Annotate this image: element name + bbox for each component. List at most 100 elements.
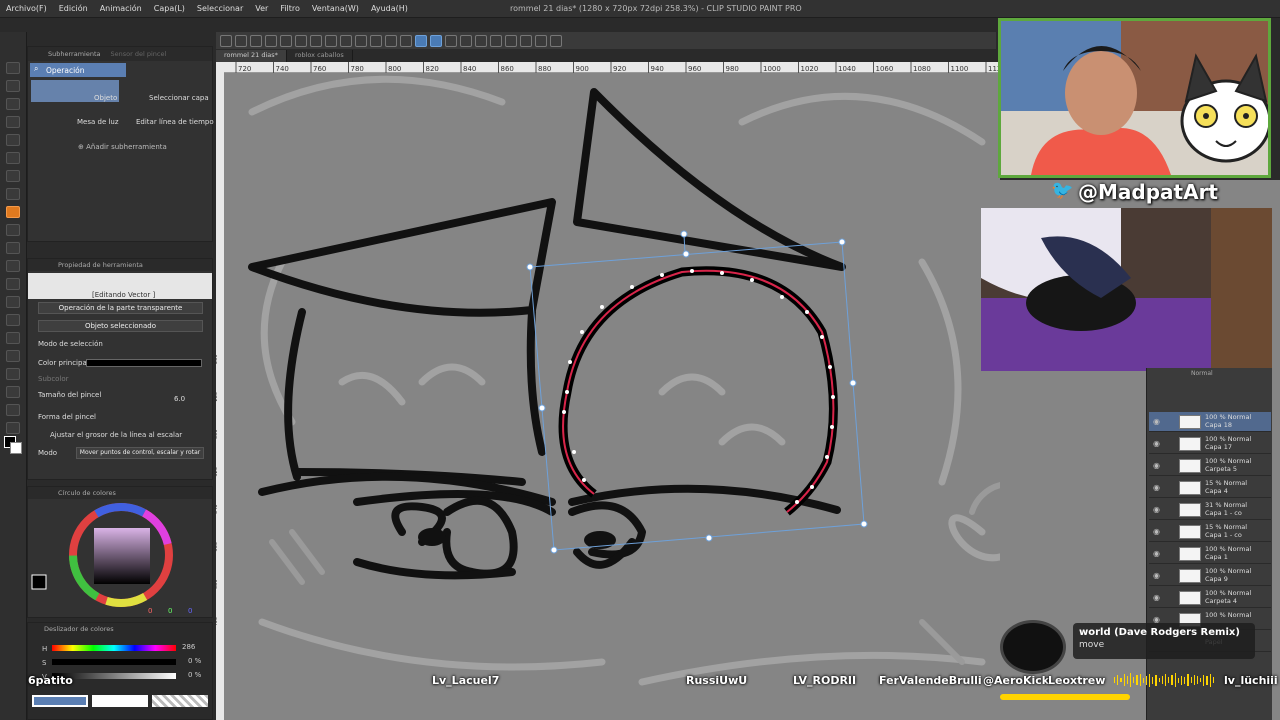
eye-icon[interactable]: ◉ <box>1153 417 1160 426</box>
color-pick-icon[interactable] <box>520 34 532 47</box>
eye-icon[interactable]: ◉ <box>1153 505 1160 514</box>
layer-row[interactable]: ◉ 15 % Normal Capa 1 - co <box>1149 522 1271 542</box>
s-value[interactable]: 0 % <box>188 657 201 665</box>
tab-brush-sensor[interactable]: Sensor del pincel <box>111 50 167 58</box>
subtool-edit-timeline[interactable]: Editar línea de tiempo <box>136 118 214 126</box>
sub-color-swatch[interactable] <box>10 442 22 454</box>
saturation-slider[interactable] <box>52 659 176 665</box>
eye-icon[interactable]: ◉ <box>1153 483 1160 492</box>
gradient-icon[interactable] <box>6 314 20 326</box>
tab-roblox[interactable]: roblox caballos <box>287 50 353 62</box>
copy-icon[interactable] <box>265 34 277 47</box>
balloon-icon[interactable] <box>6 404 20 416</box>
color-v-value[interactable]: 0 <box>188 607 192 615</box>
menu-help[interactable]: Ayuda(H) <box>365 4 414 13</box>
figure-icon[interactable] <box>6 332 20 344</box>
color-wheel[interactable]: 0 0 0 <box>28 499 214 617</box>
adjust-line-checkbox[interactable]: Ajustar el grosor de la línea al escalar <box>50 431 182 439</box>
paste-icon[interactable] <box>280 34 292 47</box>
layer-row[interactable]: ◉ 31 % Normal Capa 1 - co <box>1149 500 1271 520</box>
h-value[interactable]: 286 <box>182 643 195 651</box>
layer-row[interactable]: ◉ 15 % Normal Capa 4 <box>1149 478 1271 498</box>
save-icon[interactable] <box>250 34 262 47</box>
open-icon[interactable] <box>235 34 247 47</box>
subtool-light-table[interactable]: Mesa de luz <box>77 118 119 126</box>
correct-line-icon[interactable] <box>6 422 20 434</box>
grid-icon[interactable] <box>535 34 547 47</box>
menu-filter[interactable]: Filtro <box>274 4 306 13</box>
resize-icon[interactable] <box>490 34 502 47</box>
menu-window[interactable]: Ventana(W) <box>306 4 365 13</box>
eye-icon[interactable]: ◉ <box>1153 461 1160 470</box>
fill-icon[interactable] <box>505 34 517 47</box>
new-icon[interactable] <box>220 34 232 47</box>
snap-ruler-icon[interactable] <box>415 34 427 47</box>
text-icon[interactable] <box>6 386 20 398</box>
pen-tool-icon[interactable] <box>6 170 20 182</box>
crop-icon[interactable] <box>400 34 412 47</box>
mode-dropdown[interactable]: Mover puntos de control, escalar y rotar <box>76 447 204 459</box>
layer-row[interactable]: ◉ 100 % Normal Capa 17 <box>1149 434 1271 454</box>
redo-icon[interactable] <box>310 34 322 47</box>
snap-grid-icon[interactable] <box>445 34 457 47</box>
tab-subtool[interactable]: Subherramienta <box>48 50 101 58</box>
color-s-value[interactable]: 0 <box>168 607 172 615</box>
invert-selection-icon[interactable] <box>385 34 397 47</box>
lasso-icon[interactable] <box>475 34 487 47</box>
menu-edit[interactable]: Edición <box>53 4 94 13</box>
eraser-icon[interactable] <box>6 260 20 272</box>
layer-row[interactable]: ◉ 100 % Normal Capa 9 <box>1149 566 1271 586</box>
brush-icon[interactable] <box>6 206 20 218</box>
blend-icon[interactable] <box>6 278 20 290</box>
pencil-icon[interactable] <box>6 188 20 200</box>
clear-icon[interactable] <box>340 34 352 47</box>
menu-select[interactable]: Seleccionar <box>191 4 249 13</box>
menu-file[interactable]: Archivo(F) <box>0 4 53 13</box>
add-subtool-button[interactable]: ⊕ Añadir subherramienta <box>78 143 167 151</box>
fill-tool-icon[interactable] <box>6 296 20 308</box>
pen-icon[interactable] <box>460 34 472 47</box>
color-h-value[interactable]: 0 <box>148 607 152 615</box>
transparent-part-dropdown[interactable]: Operación de la parte transparente <box>38 302 203 314</box>
magic-wand-icon[interactable] <box>6 134 20 146</box>
deselect-icon[interactable] <box>370 34 382 47</box>
lasso-tool-icon[interactable] <box>6 116 20 128</box>
layer-blend-mode[interactable]: Normal <box>1191 370 1213 377</box>
move-icon[interactable] <box>6 98 20 110</box>
drawing-canvas[interactable] <box>222 62 1000 720</box>
layer-row[interactable]: ◉ 100 % Normal Capa 18 <box>1149 412 1271 432</box>
hue-slider[interactable] <box>52 645 176 651</box>
menu-view[interactable]: Ver <box>249 4 274 13</box>
airbrush-icon[interactable] <box>6 224 20 236</box>
subtool-select-layer[interactable]: Seleccionar capa <box>149 94 209 102</box>
layer-row[interactable]: ◉ 100 % Normal Carpeta 5 <box>1149 456 1271 476</box>
selected-object-dropdown[interactable]: Objeto seleccionado <box>38 320 203 332</box>
operation-icon[interactable] <box>6 80 20 92</box>
frame-icon[interactable] <box>6 350 20 362</box>
v-value[interactable]: 0 % <box>188 671 201 679</box>
eye-icon[interactable]: ◉ <box>1153 527 1160 536</box>
eye-icon[interactable]: ◉ <box>1153 593 1160 602</box>
list-icon[interactable] <box>550 34 562 47</box>
snap-special-ruler-icon[interactable] <box>430 34 442 47</box>
menu-animation[interactable]: Animación <box>94 4 148 13</box>
brush-size-value[interactable]: 6.0 <box>174 395 185 403</box>
artwork[interactable] <box>222 62 1000 720</box>
undo-icon[interactable] <box>295 34 307 47</box>
transform-icon[interactable] <box>355 34 367 47</box>
zoom-icon[interactable] <box>6 62 20 74</box>
spinner-icon[interactable] <box>325 34 337 47</box>
ruler-icon[interactable] <box>6 368 20 380</box>
swatch-white[interactable] <box>92 695 148 707</box>
eye-icon[interactable]: ◉ <box>1153 571 1160 580</box>
layer-row[interactable]: ◉ 100 % Normal Capa 1 <box>1149 544 1271 564</box>
eyedropper-icon[interactable] <box>6 152 20 164</box>
eye-icon[interactable]: ◉ <box>1153 549 1160 558</box>
decoration-icon[interactable] <box>6 242 20 254</box>
tab-rommel[interactable]: rommel 21 dias* <box>216 50 287 62</box>
subtool-group-label[interactable]: Operación <box>30 63 126 77</box>
subtool-object[interactable]: Objeto <box>94 94 117 102</box>
swatch-blue[interactable] <box>32 695 88 707</box>
layer-row[interactable]: ◉ 100 % Normal Carpeta 4 <box>1149 588 1271 608</box>
eye-icon[interactable]: ◉ <box>1153 439 1160 448</box>
